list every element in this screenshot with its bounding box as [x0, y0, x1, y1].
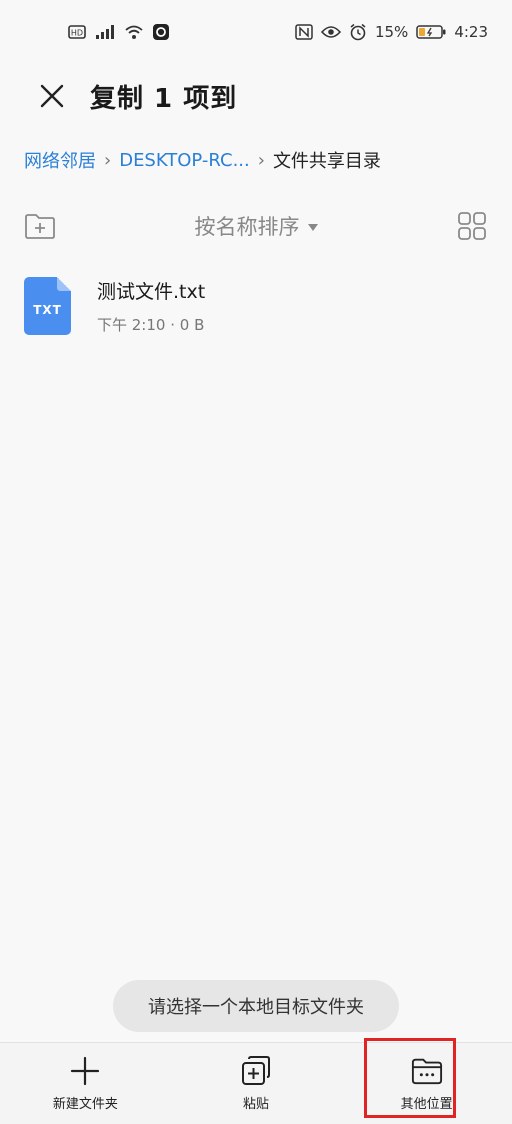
clock: 4:23 — [454, 23, 488, 41]
file-ext-label: TXT — [33, 303, 62, 317]
hd-icon: HD — [68, 25, 86, 39]
breadcrumb-item-share[interactable]: 文件共享目录 — [273, 147, 381, 173]
new-folder-action-label: 新建文件夹 — [52, 1097, 118, 1112]
breadcrumb: 网络邻居 › DESKTOP-RC... › 文件共享目录 — [24, 140, 496, 180]
signal-icon — [94, 24, 116, 40]
chevron-right-icon: › — [104, 149, 112, 171]
file-name: 测试文件.txt — [97, 281, 206, 303]
eye-icon — [320, 25, 341, 39]
battery-percent: 15% — [374, 23, 409, 41]
grid-view-icon — [458, 212, 486, 240]
txt-file-icon: TXT — [24, 277, 71, 335]
sort-label: 按名称排序 — [194, 215, 300, 239]
breadcrumb-item-desktop[interactable]: DESKTOP-RC... — [119, 150, 250, 171]
status-bar: HD 15% 4:23 — [0, 0, 512, 64]
status-right: 15% 4:23 — [295, 23, 488, 41]
caret-down-icon — [307, 223, 318, 231]
toast-message: 请选择一个本地目标文件夹 — [113, 980, 399, 1032]
close-button[interactable] — [36, 80, 68, 112]
breadcrumb-item-network[interactable]: 网络邻居 — [24, 147, 96, 173]
close-icon — [40, 84, 64, 108]
folder-add-icon — [25, 214, 55, 239]
paste-label: 粘贴 — [242, 1097, 269, 1112]
chevron-right-icon: › — [257, 149, 265, 171]
alarm-icon — [349, 23, 367, 41]
status-left: HD — [68, 23, 170, 41]
new-folder-action-button[interactable]: 新建文件夹 — [39, 1044, 131, 1124]
nfc-icon — [295, 24, 313, 40]
svg-text:HD: HD — [71, 29, 83, 38]
header: 复制 1 项到 — [0, 64, 512, 128]
view-toggle-button[interactable] — [456, 210, 488, 242]
folder-more-icon — [411, 1055, 443, 1087]
paste-button[interactable]: 粘贴 — [210, 1044, 302, 1124]
app-icon — [152, 23, 170, 41]
toolbar: 按名称排序 — [0, 202, 512, 250]
wifi-icon — [124, 24, 144, 40]
other-location-button[interactable]: 其他位置 — [381, 1044, 473, 1124]
page-title: 复制 1 项到 — [90, 83, 238, 114]
battery-icon — [416, 25, 446, 39]
other-location-label: 其他位置 — [400, 1097, 453, 1112]
paste-icon — [240, 1055, 272, 1087]
plus-icon — [69, 1055, 101, 1087]
bottom-action-bar: 新建文件夹 粘贴 其他位置 — [0, 1042, 512, 1124]
list-item[interactable]: TXT 测试文件.txt 下午 2:10 · 0 B — [24, 272, 488, 340]
sort-dropdown[interactable]: 按名称排序 — [195, 211, 318, 241]
file-info: 测试文件.txt 下午 2:10 · 0 B — [97, 277, 205, 335]
file-meta: 下午 2:10 · 0 B — [97, 316, 205, 334]
new-folder-button[interactable] — [24, 210, 56, 242]
